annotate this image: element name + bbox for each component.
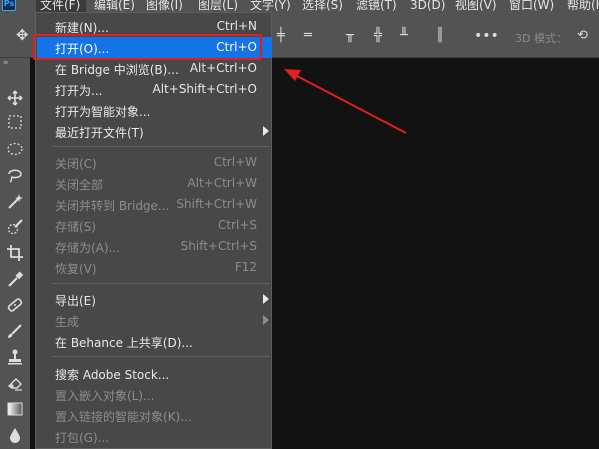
annotation-arrow: [284, 69, 407, 134]
